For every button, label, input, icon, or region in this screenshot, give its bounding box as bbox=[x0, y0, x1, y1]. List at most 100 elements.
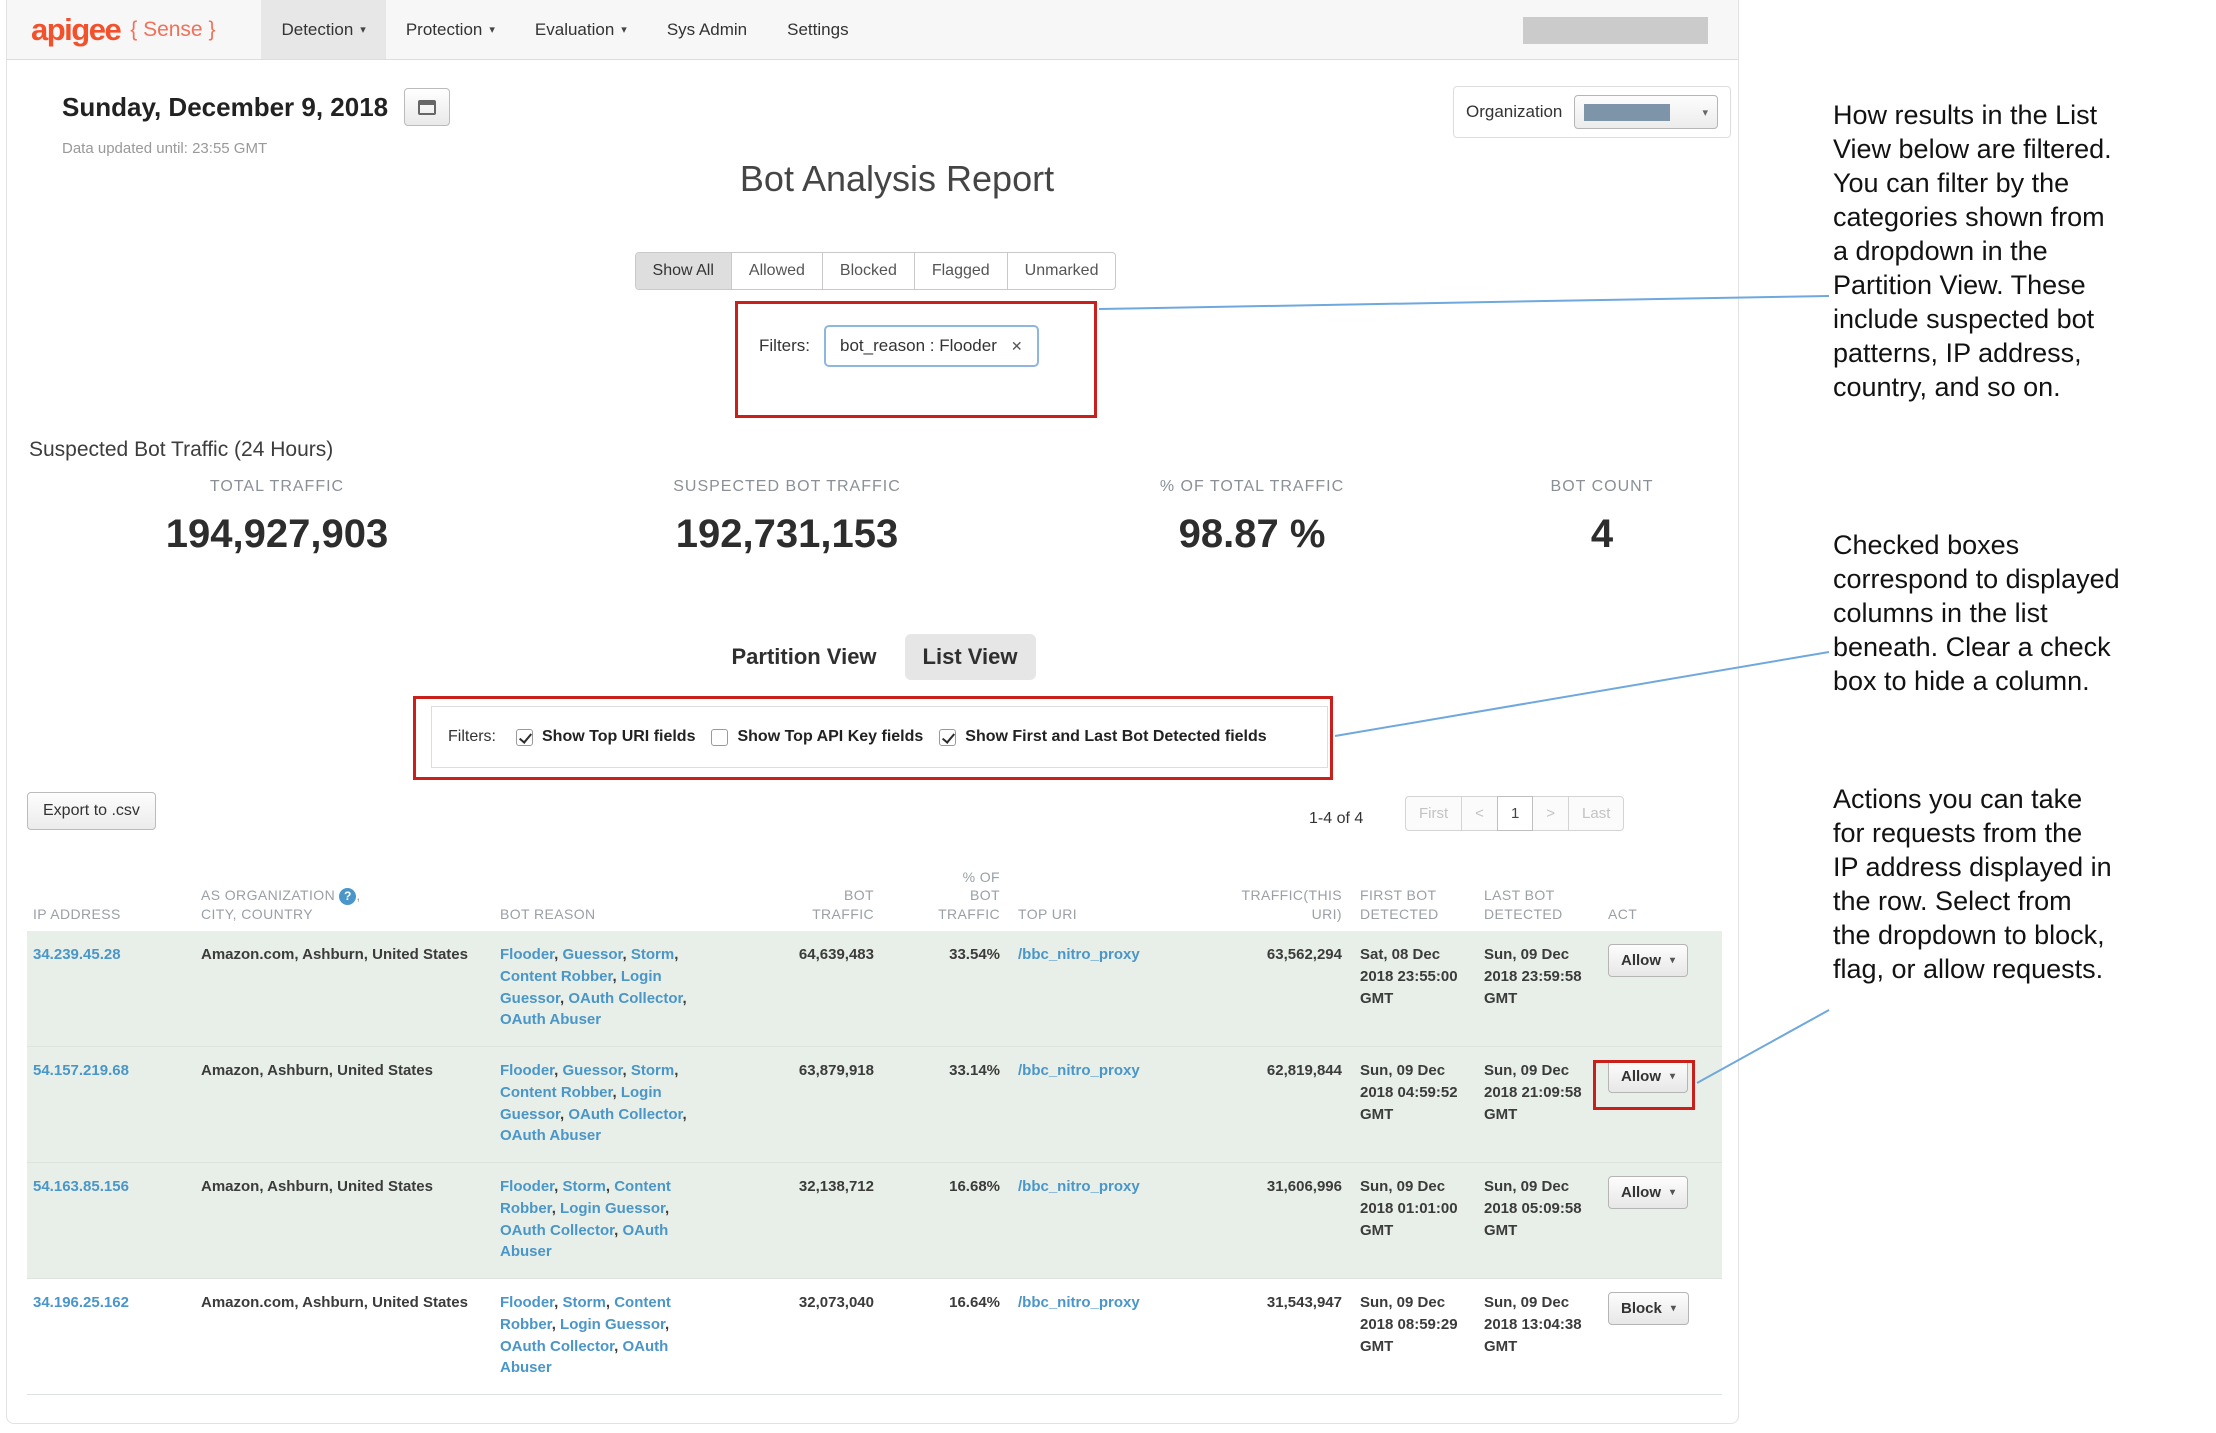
column-toggle-show-first-and-last-bot-detected-fields[interactable]: Show First and Last Bot Detected fields bbox=[939, 728, 1266, 746]
cell-ip-address: 34.196.25.162 bbox=[27, 1292, 189, 1381]
cell-as-organization: Amazon.com, Ashburn, United States bbox=[195, 944, 488, 1033]
top-uri-link[interactable]: /bbc_nitro_proxy bbox=[1018, 946, 1140, 963]
cell-last-bot-detected: Sun, 09 Dec 2018 05:09:58 GMT bbox=[1478, 1176, 1596, 1265]
ip-address-link[interactable]: 34.196.25.162 bbox=[33, 1294, 129, 1311]
cell-first-bot-detected: Sun, 09 Dec 2018 08:59:29 GMT bbox=[1354, 1292, 1472, 1381]
bot-reason-link[interactable]: OAuth Abuser bbox=[500, 1127, 601, 1144]
stat-label: TOTAL TRAFFIC bbox=[47, 478, 507, 496]
chevron-down-icon: ▾ bbox=[1671, 1303, 1676, 1314]
user-account-redacted[interactable] bbox=[1523, 17, 1708, 44]
chevron-down-icon: ▾ bbox=[360, 23, 366, 36]
nav-item-evaluation[interactable]: Evaluation▾ bbox=[515, 0, 647, 59]
bot-reason-link[interactable]: Flooder bbox=[500, 1294, 554, 1311]
bot-reason-link[interactable]: Storm bbox=[631, 1062, 674, 1079]
status-tabs-wrap: Show AllAllowedBlockedFlaggedUnmarked bbox=[7, 252, 1744, 290]
cell-ip-address: 34.239.45.28 bbox=[27, 944, 189, 1033]
nav-item-settings[interactable]: Settings bbox=[767, 0, 868, 59]
bot-reason-link[interactable]: Content Robber bbox=[500, 1084, 613, 1101]
bot-reason-link[interactable]: Storm bbox=[631, 946, 674, 963]
top-uri-link[interactable]: /bbc_nitro_proxy bbox=[1018, 1178, 1140, 1195]
bot-reason-link[interactable]: Flooder bbox=[500, 946, 554, 963]
column-filter-options: Show Top URI fields Show Top API Key fiel… bbox=[500, 728, 1267, 746]
bot-reason-link[interactable]: Flooder bbox=[500, 1178, 554, 1195]
page-button-item: > bbox=[1532, 796, 1569, 831]
bot-reason-link[interactable]: OAuth Collector bbox=[500, 1222, 614, 1239]
screenshot-root: apigee { Sense } Detection▾Protection▾Ev… bbox=[0, 0, 2216, 1433]
apigee-logo: apigee bbox=[31, 12, 120, 48]
top-uri-link[interactable]: /bbc_nitro_proxy bbox=[1018, 1294, 1140, 1311]
active-filters: Filters: bot_reason : Flooder ✕ bbox=[759, 323, 1039, 369]
remove-filter-icon[interactable]: ✕ bbox=[1011, 338, 1023, 355]
ip-address-link[interactable]: 34.239.45.28 bbox=[33, 946, 121, 963]
bot-reason-link[interactable]: Storm bbox=[563, 1294, 606, 1311]
tab-unmarked[interactable]: Unmarked bbox=[1007, 253, 1116, 289]
section-heading: Suspected Bot Traffic (24 Hours) bbox=[29, 438, 333, 462]
cell-action: Allow▾ bbox=[1602, 1060, 1702, 1149]
calendar-button[interactable] bbox=[404, 88, 450, 126]
action-dropdown[interactable]: Block▾ bbox=[1608, 1292, 1689, 1325]
bot-reason-link[interactable]: Content Robber bbox=[500, 968, 613, 985]
bot-reason-link[interactable]: OAuth Collector bbox=[500, 1338, 614, 1355]
bot-reason-link[interactable]: Guessor bbox=[563, 946, 623, 963]
bot-reason-link[interactable]: Flooder bbox=[500, 1062, 554, 1079]
table-header-row: IP ADDRESSAS ORGANIZATION ?, CITY, COUNT… bbox=[27, 845, 1722, 931]
action-dropdown[interactable]: Allow▾ bbox=[1608, 944, 1688, 977]
tab-show-all[interactable]: Show All bbox=[636, 253, 731, 289]
status-filter-tabs: Show AllAllowedBlockedFlaggedUnmarked bbox=[635, 252, 1117, 290]
cell-top-uri: /bbc_nitro_proxy bbox=[1012, 944, 1192, 1033]
cell-uri-traffic: 62,819,844 bbox=[1198, 1060, 1348, 1149]
cell-as-organization: Amazon, Ashburn, United States bbox=[195, 1176, 488, 1265]
cell-ip-address: 54.157.219.68 bbox=[27, 1060, 189, 1149]
cell-action: Allow▾ bbox=[1602, 1176, 1702, 1265]
column-toggle-label: Show First and Last Bot Detected fields bbox=[965, 728, 1266, 746]
stat-value: 98.87 % bbox=[1027, 512, 1477, 557]
cell-bot-traffic: 63,879,918 bbox=[715, 1060, 880, 1149]
action-dropdown[interactable]: Allow▾ bbox=[1608, 1060, 1688, 1093]
cell-top-uri: /bbc_nitro_proxy bbox=[1012, 1292, 1192, 1381]
organization-dropdown[interactable]: ▾ bbox=[1574, 95, 1718, 129]
export-csv-button[interactable]: Export to .csv bbox=[27, 792, 156, 830]
checkbox-icon[interactable] bbox=[711, 729, 728, 746]
nav-item-label: Evaluation bbox=[535, 20, 614, 40]
checkbox-icon[interactable] bbox=[516, 729, 533, 746]
bot-reason-link[interactable]: OAuth Collector bbox=[568, 1106, 682, 1123]
ip-address-link[interactable]: 54.163.85.156 bbox=[33, 1178, 129, 1195]
top-uri-link[interactable]: /bbc_nitro_proxy bbox=[1018, 1062, 1140, 1079]
annotation-note-1: How results in the List View below are f… bbox=[1833, 98, 2216, 404]
page-button-1[interactable]: 1 bbox=[1497, 796, 1533, 831]
nav-item-sys-admin[interactable]: Sys Admin bbox=[647, 0, 767, 59]
bot-reason-link[interactable]: Storm bbox=[563, 1178, 606, 1195]
bot-reason-link[interactable]: Guessor bbox=[563, 1062, 623, 1079]
action-dropdown[interactable]: Allow▾ bbox=[1608, 1176, 1688, 1209]
nav-item-label: Protection bbox=[406, 20, 483, 40]
tab-list-view[interactable]: List View bbox=[905, 634, 1036, 680]
pagination-controls: First<1>Last bbox=[1405, 796, 1624, 831]
help-icon[interactable]: ? bbox=[339, 888, 356, 905]
col-header-act: ACT bbox=[1602, 905, 1702, 923]
tab-blocked[interactable]: Blocked bbox=[822, 253, 914, 289]
column-toggle-show-top-uri-fields[interactable]: Show Top URI fields bbox=[516, 728, 695, 746]
bot-reason-link[interactable]: OAuth Abuser bbox=[500, 1011, 601, 1028]
nav-item-protection[interactable]: Protection▾ bbox=[386, 0, 515, 59]
nav-item-detection[interactable]: Detection▾ bbox=[261, 0, 385, 59]
checkbox-icon[interactable] bbox=[939, 729, 956, 746]
cell-uri-traffic: 31,543,947 bbox=[1198, 1292, 1348, 1381]
cell-bot-reason: Flooder, Guessor, Storm, Content Robber,… bbox=[494, 944, 709, 1033]
stat-label: BOT COUNT bbox=[1477, 478, 1727, 496]
tab-allowed[interactable]: Allowed bbox=[731, 253, 822, 289]
tab-partition-view[interactable]: Partition View bbox=[715, 634, 892, 680]
bot-reason-link[interactable]: Login Guessor bbox=[560, 1316, 665, 1333]
annotation-note-3: Actions you can take for requests from t… bbox=[1833, 782, 2216, 986]
stat-label: % OF TOTAL TRAFFIC bbox=[1027, 478, 1477, 496]
col-header-ip-address: IP ADDRESS bbox=[27, 905, 189, 923]
stat-of-total-traffic: % OF TOTAL TRAFFIC 98.87 % bbox=[1027, 478, 1477, 557]
bot-reason-link[interactable]: Login Guessor bbox=[560, 1200, 665, 1217]
ip-address-link[interactable]: 54.157.219.68 bbox=[33, 1062, 129, 1079]
organization-selector: Organization ▾ bbox=[1453, 86, 1731, 138]
tab-flagged[interactable]: Flagged bbox=[914, 253, 1007, 289]
stat-total-traffic: TOTAL TRAFFIC194,927,903 bbox=[47, 478, 507, 557]
bot-reason-link[interactable]: OAuth Collector bbox=[568, 990, 682, 1007]
column-toggle-show-top-api-key-fields[interactable]: Show Top API Key fields bbox=[711, 728, 923, 746]
nav-menu: Detection▾Protection▾Evaluation▾Sys Admi… bbox=[261, 0, 868, 59]
filter-chip[interactable]: bot_reason : Flooder ✕ bbox=[824, 325, 1039, 367]
